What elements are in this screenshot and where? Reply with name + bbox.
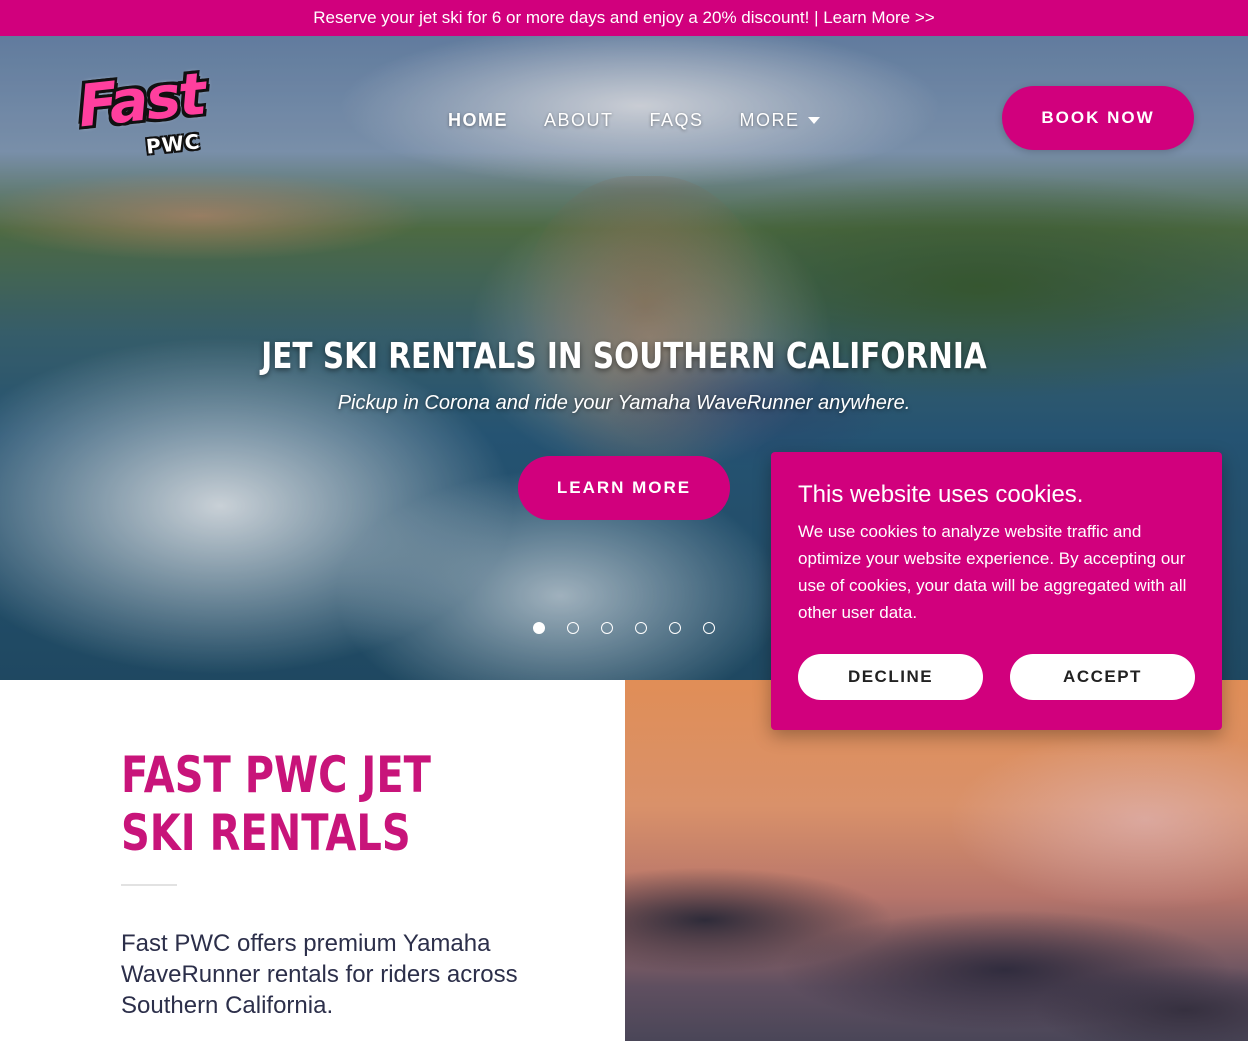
accept-button[interactable]: ACCEPT bbox=[1010, 654, 1195, 700]
intro-section: FAST PWC JET SKI RENTALS Fast PWC offers… bbox=[0, 680, 625, 1041]
cookie-text: We use cookies to analyze website traffi… bbox=[798, 522, 1187, 622]
promo-text[interactable]: Reserve your jet ski for 6 or more days … bbox=[313, 8, 934, 28]
slider-dot-4[interactable] bbox=[635, 622, 647, 634]
nav-more-label: MORE bbox=[739, 110, 800, 130]
nav-more[interactable]: MORE bbox=[740, 110, 820, 131]
hero-title: JET SKI RENTALS IN SOUTHERN CALIFORNIA bbox=[261, 336, 987, 377]
slider-dot-3[interactable] bbox=[601, 622, 613, 634]
sunset-photo bbox=[625, 680, 1248, 1041]
chevron-down-icon bbox=[807, 117, 820, 124]
slider-dot-1[interactable] bbox=[533, 622, 545, 634]
learn-more-button[interactable]: LEARN MORE bbox=[518, 456, 730, 520]
nav-about[interactable]: ABOUT bbox=[544, 110, 614, 131]
logo-subtext: PWC bbox=[144, 129, 202, 159]
fast-pwc-logo[interactable]: Fast PWC bbox=[72, 60, 232, 166]
decline-button[interactable]: DECLINE bbox=[798, 654, 983, 700]
promo-banner[interactable]: Reserve your jet ski for 6 or more days … bbox=[0, 0, 1248, 36]
slider-dot-5[interactable] bbox=[669, 622, 681, 634]
nav-home[interactable]: HOME bbox=[448, 110, 508, 131]
cookie-title: This website uses cookies. bbox=[798, 481, 1084, 508]
intro-title: FAST PWC JET SKI RENTALS bbox=[121, 746, 431, 862]
slider-dot-6[interactable] bbox=[703, 622, 715, 634]
logo-wordmark: Fast bbox=[74, 59, 208, 141]
cookie-consent-banner: This website uses cookies. We use cookie… bbox=[771, 452, 1222, 730]
intro-divider bbox=[121, 884, 177, 886]
hero-subtitle: Pickup in Corona and ride your Yamaha Wa… bbox=[337, 392, 911, 414]
slider-dots bbox=[533, 622, 715, 634]
intro-body: Fast PWC offers premium Yamaha WaveRunne… bbox=[121, 930, 518, 1019]
slider-dot-2[interactable] bbox=[567, 622, 579, 634]
nav-faqs[interactable]: FAQS bbox=[650, 110, 704, 131]
main-nav: HOME ABOUT FAQS MORE bbox=[448, 110, 820, 131]
book-now-button[interactable]: BOOK NOW bbox=[1002, 86, 1194, 150]
